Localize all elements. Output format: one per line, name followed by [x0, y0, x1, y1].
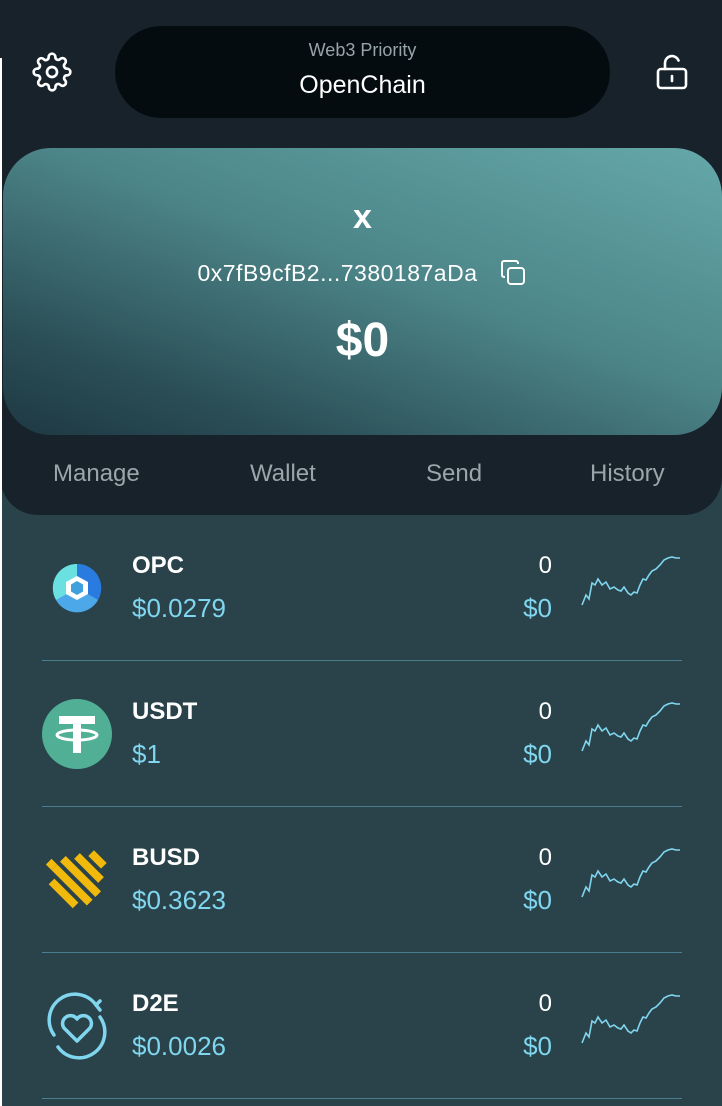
network-label: Web3 Priority — [308, 40, 417, 60]
address-row: 0x7fB9cfB2...7380187aDa — [3, 256, 722, 290]
copy-address-button[interactable] — [498, 258, 528, 288]
token-list: OPC $0.0279 0 $0 USDT $1 0 $0 BUSD $0.36… — [0, 515, 722, 1099]
account-name: x — [353, 198, 372, 236]
token-value: $0 — [523, 593, 552, 623]
token-price: $1 — [132, 739, 161, 769]
token-quantity: 0 — [538, 990, 552, 1017]
gear-icon — [32, 52, 72, 92]
token-price: $0.0279 — [132, 593, 226, 623]
token-symbol: BUSD — [132, 844, 201, 871]
token-quantity: 0 — [538, 552, 552, 579]
tab-wallet[interactable]: Wallet — [250, 460, 316, 488]
token-symbol: OPC — [132, 552, 185, 579]
settings-button[interactable] — [30, 50, 74, 94]
unlock-icon — [656, 54, 688, 90]
price-sparkline — [581, 994, 680, 1044]
token-row-d2e[interactable]: D2E $0.0026 0 $0 — [0, 953, 722, 1099]
row-divider — [42, 1098, 682, 1099]
token-quantity: 0 — [538, 844, 552, 871]
token-row-usdt[interactable]: USDT $1 0 $0 — [0, 661, 722, 807]
token-price: $0.3623 — [132, 885, 226, 915]
token-row-busd[interactable]: BUSD $0.3623 0 $0 — [0, 807, 722, 953]
token-quantity: 0 — [538, 698, 552, 725]
token-value: $0 — [523, 1031, 552, 1061]
token-row-opc[interactable]: OPC $0.0279 0 $0 — [0, 515, 722, 661]
opc-logo-icon — [52, 563, 102, 613]
tab-history[interactable]: History — [590, 460, 665, 488]
network-selector[interactable]: Web3 Priority OpenChain — [115, 26, 610, 118]
token-symbol: USDT — [132, 698, 198, 725]
token-price: $0.0026 — [132, 1031, 226, 1061]
d2e-logo-icon — [47, 992, 107, 1060]
tab-manage[interactable]: Manage — [53, 460, 140, 488]
price-sparkline — [581, 848, 680, 898]
price-sparkline — [581, 702, 680, 752]
price-sparkline — [581, 556, 680, 606]
copy-icon — [500, 260, 525, 285]
network-name: OpenChain — [299, 71, 426, 99]
token-value: $0 — [523, 885, 552, 915]
token-symbol: D2E — [132, 990, 179, 1017]
busd-logo-icon — [45, 850, 107, 909]
tether-logo-icon — [42, 699, 112, 769]
tab-bar: Manage Wallet Send History — [0, 450, 722, 500]
account-address: 0x7fB9cfB2...7380187aDa — [197, 259, 478, 286]
token-value: $0 — [523, 739, 552, 769]
account-card: x 0x7fB9cfB2...7380187aDa $0 — [3, 148, 722, 435]
tab-send[interactable]: Send — [426, 460, 482, 488]
lock-button[interactable] — [650, 50, 694, 94]
account-balance: $0 — [335, 314, 390, 367]
